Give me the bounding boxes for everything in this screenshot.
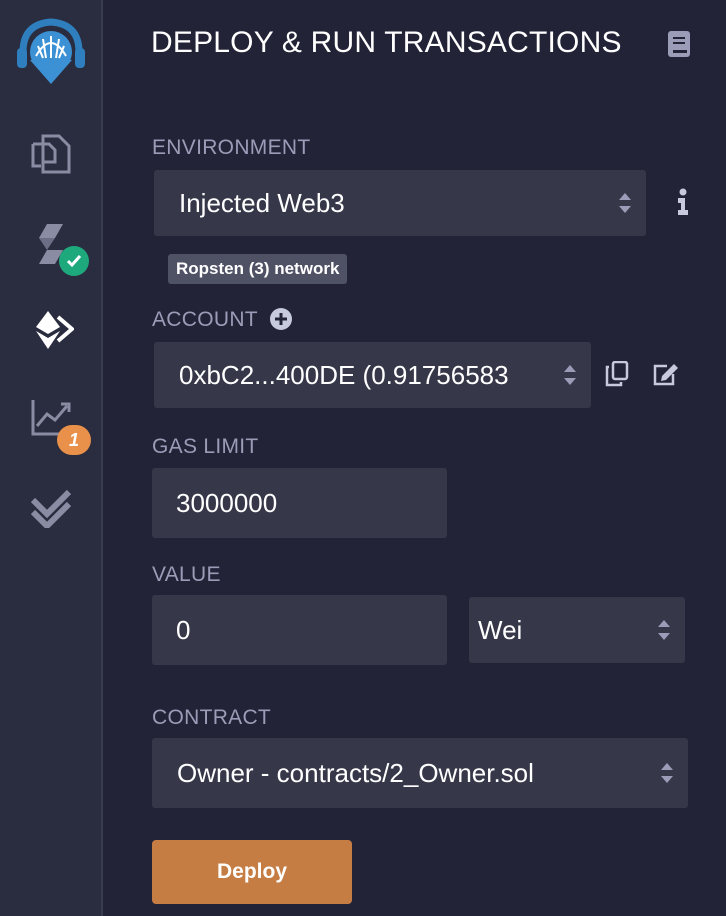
value-unit: Wei [478, 614, 523, 645]
page-title: DEPLOY & RUN TRANSACTIONS [151, 26, 622, 59]
deploy-run-panel: DEPLOY & RUN TRANSACTIONS ENVIRONMENT In… [103, 0, 726, 916]
remix-logo-icon[interactable] [0, 12, 101, 86]
gas-limit-label: GAS LIMIT [152, 435, 259, 458]
gas-limit-input[interactable]: 3000000 [152, 468, 447, 538]
updown-chevron-icon [564, 365, 576, 385]
value-amount-input[interactable]: 0 [152, 595, 447, 665]
documentation-icon[interactable] [667, 30, 691, 63]
edit-icon[interactable] [652, 362, 680, 391]
network-badge: Ropsten (3) network [168, 254, 348, 284]
updown-chevron-icon [619, 193, 631, 213]
account-value: 0xbC2...400DE (0.91756583 [179, 359, 509, 390]
environment-value: Injected Web3 [179, 187, 345, 218]
value-label: VALUE [152, 563, 221, 586]
deploy-button[interactable]: Deploy [152, 840, 352, 904]
icon-sidebar: 1 [0, 0, 103, 916]
value-unit-select[interactable]: Wei [469, 597, 685, 663]
deploy-run-icon[interactable] [0, 300, 101, 360]
copy-icon[interactable] [605, 360, 629, 392]
environment-label: ENVIRONMENT [152, 136, 311, 159]
check-badge-icon [59, 246, 89, 276]
account-select[interactable]: 0xbC2...400DE (0.91756583 [154, 342, 591, 408]
contract-value: Owner - contracts/2_Owner.sol [177, 757, 534, 788]
info-icon[interactable] [677, 188, 689, 221]
environment-select[interactable]: Injected Web3 [154, 170, 646, 236]
contract-label: CONTRACT [152, 706, 272, 729]
contract-select[interactable]: Owner - contracts/2_Owner.sol [152, 738, 688, 808]
add-account-icon[interactable] [270, 308, 292, 335]
test-icon[interactable] [0, 476, 101, 536]
updown-chevron-icon [661, 763, 673, 783]
account-label: ACCOUNT [152, 308, 258, 331]
updown-chevron-icon [658, 620, 670, 640]
analysis-count-badge: 1 [57, 425, 91, 455]
file-explorer-icon[interactable] [0, 124, 101, 184]
